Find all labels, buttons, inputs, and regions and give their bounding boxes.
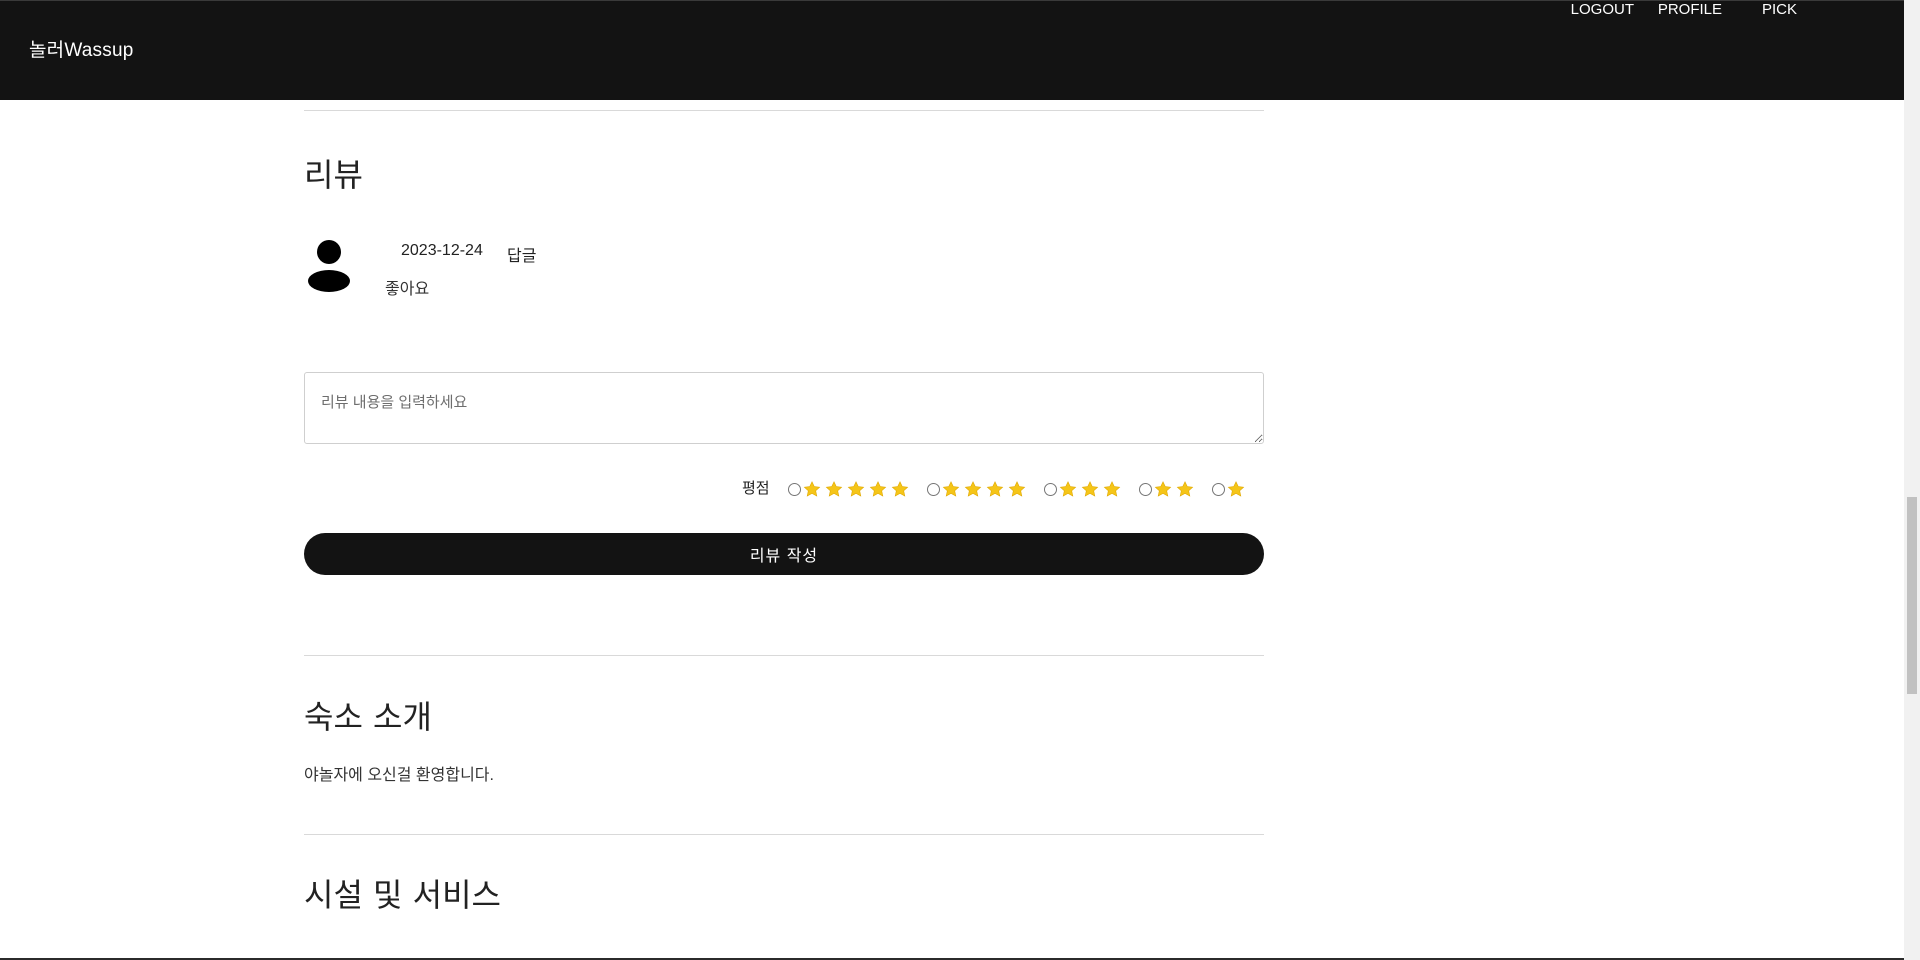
rating-radio-3[interactable] [1044, 482, 1057, 496]
review-date: 2023-12-24 [401, 242, 483, 259]
avatar-icon [308, 240, 350, 292]
rating-radio-1[interactable] [1212, 482, 1225, 496]
rating-stars-2 [1154, 481, 1198, 497]
section-divider [304, 655, 1264, 656]
rating-option-3[interactable] [1044, 480, 1125, 498]
facilities-section-title: 시설 및 서비스 [304, 876, 501, 914]
submit-review-button[interactable]: 리뷰 작성 [304, 533, 1264, 575]
review-section-title: 리뷰 [304, 156, 363, 194]
star-icon [986, 481, 1004, 497]
nav-pick-link[interactable]: PICK [1762, 1, 1797, 18]
star-icon [1008, 481, 1026, 497]
star-icon [1154, 481, 1172, 497]
rating-radio-2[interactable] [1139, 482, 1152, 496]
review-content: 좋아요 [385, 281, 430, 298]
page-scrollbar[interactable] [1904, 0, 1920, 960]
rating-option-2[interactable] [1139, 480, 1198, 498]
rating-stars-4 [942, 481, 1030, 497]
main-content: 리뷰 2023-12-24 답글 좋아요 평점 리뷰 작성 숙소 소개 야놀자에… [304, 0, 1264, 960]
rating-option-4[interactable] [927, 480, 1030, 498]
rating-radio-5[interactable] [788, 482, 801, 496]
star-icon [1227, 481, 1245, 497]
star-icon [825, 481, 843, 497]
reply-button[interactable]: 답글 [507, 242, 536, 266]
star-icon [1081, 481, 1099, 497]
star-icon [869, 481, 887, 497]
star-icon [1059, 481, 1077, 497]
intro-text: 야놀자에 오신걸 환영합니다. [304, 767, 494, 784]
star-icon [1103, 481, 1121, 497]
star-icon [1176, 481, 1194, 497]
rating-stars-3 [1059, 481, 1125, 497]
section-divider [304, 110, 1264, 111]
star-icon [803, 481, 821, 497]
rating-label: 평점 [742, 480, 770, 497]
rating-radio-4[interactable] [927, 482, 940, 496]
rating-stars-1 [1227, 481, 1249, 497]
rating-option-5[interactable] [788, 480, 913, 498]
intro-section-title: 숙소 소개 [304, 698, 432, 736]
scrollbar-thumb[interactable] [1907, 497, 1917, 694]
review-input[interactable] [304, 372, 1264, 444]
brand-logo[interactable]: 놀러Wassup [29, 35, 134, 62]
star-icon [891, 481, 909, 497]
rating-stars-5 [803, 481, 913, 497]
star-icon [847, 481, 865, 497]
section-divider [304, 834, 1264, 835]
rating-option-1[interactable] [1212, 480, 1249, 498]
nav-profile-link[interactable]: PROFILE [1658, 1, 1722, 18]
star-icon [942, 481, 960, 497]
star-icon [964, 481, 982, 497]
nav-logout-link[interactable]: LOGOUT [1571, 1, 1634, 18]
